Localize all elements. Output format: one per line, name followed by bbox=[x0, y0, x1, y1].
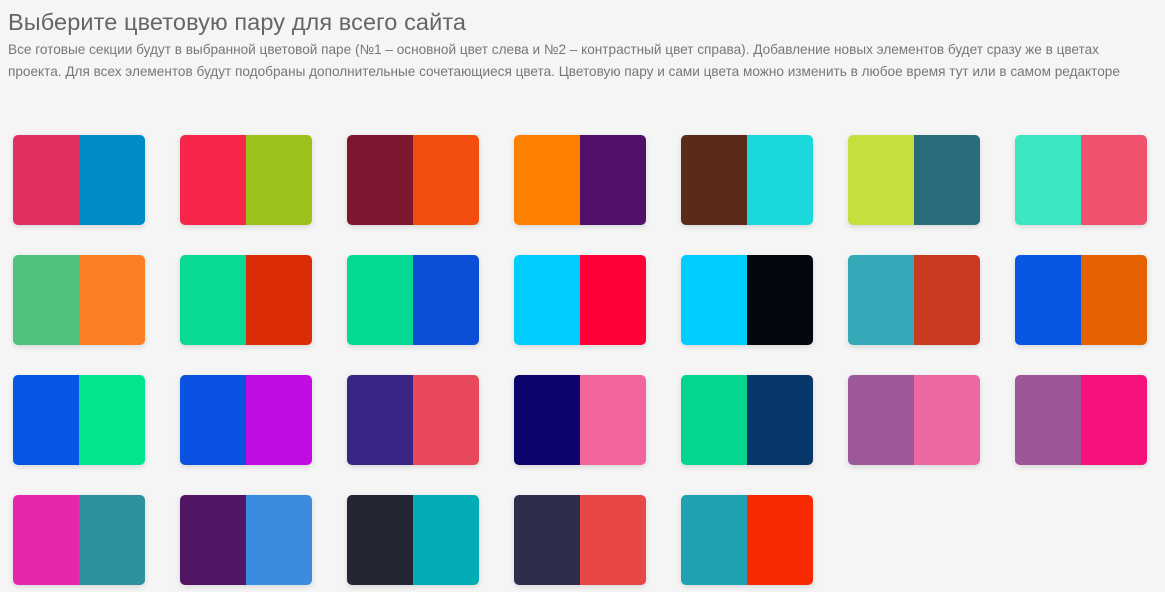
primary-color-swatch bbox=[514, 255, 580, 345]
primary-color-swatch bbox=[347, 495, 413, 585]
contrast-color-swatch bbox=[580, 375, 646, 465]
color-pair-option[interactable] bbox=[1015, 255, 1147, 345]
color-pair-option[interactable] bbox=[681, 255, 813, 345]
color-pair-option[interactable] bbox=[13, 135, 145, 225]
color-pair-option[interactable] bbox=[848, 135, 980, 225]
color-pair-grid bbox=[13, 135, 1147, 585]
primary-color-swatch bbox=[681, 135, 747, 225]
primary-color-swatch bbox=[681, 255, 747, 345]
color-pair-option[interactable] bbox=[13, 255, 145, 345]
contrast-color-swatch bbox=[79, 495, 145, 585]
color-pair-option[interactable] bbox=[1015, 135, 1147, 225]
primary-color-swatch bbox=[180, 375, 246, 465]
color-pair-option[interactable] bbox=[180, 135, 312, 225]
contrast-color-swatch bbox=[580, 135, 646, 225]
primary-color-swatch bbox=[848, 375, 914, 465]
contrast-color-swatch bbox=[413, 255, 479, 345]
page-description: Все готовые секции будут в выбранной цве… bbox=[8, 42, 1120, 79]
color-pair-option[interactable] bbox=[13, 495, 145, 585]
primary-color-swatch bbox=[347, 255, 413, 345]
primary-color-swatch bbox=[180, 255, 246, 345]
contrast-color-swatch bbox=[413, 375, 479, 465]
contrast-color-swatch bbox=[246, 135, 312, 225]
color-pair-option[interactable] bbox=[514, 375, 646, 465]
contrast-color-swatch bbox=[747, 495, 813, 585]
color-pair-option[interactable] bbox=[848, 255, 980, 345]
primary-color-swatch bbox=[1015, 255, 1081, 345]
contrast-color-swatch bbox=[914, 255, 980, 345]
primary-color-swatch bbox=[1015, 375, 1081, 465]
primary-color-swatch bbox=[347, 135, 413, 225]
color-pair-option[interactable] bbox=[347, 495, 479, 585]
contrast-color-swatch bbox=[413, 495, 479, 585]
color-pair-option[interactable] bbox=[180, 495, 312, 585]
color-pair-option[interactable] bbox=[347, 375, 479, 465]
contrast-color-swatch bbox=[79, 135, 145, 225]
primary-color-swatch bbox=[13, 495, 79, 585]
primary-color-swatch bbox=[13, 375, 79, 465]
contrast-color-swatch bbox=[747, 255, 813, 345]
primary-color-swatch bbox=[514, 375, 580, 465]
primary-color-swatch bbox=[13, 255, 79, 345]
contrast-color-swatch bbox=[413, 135, 479, 225]
color-pair-option[interactable] bbox=[1015, 375, 1147, 465]
contrast-color-swatch bbox=[1081, 255, 1147, 345]
contrast-color-swatch bbox=[914, 375, 980, 465]
color-pair-option[interactable] bbox=[514, 495, 646, 585]
primary-color-swatch bbox=[681, 495, 747, 585]
primary-color-swatch bbox=[848, 255, 914, 345]
color-pair-option[interactable] bbox=[514, 255, 646, 345]
primary-color-swatch bbox=[514, 495, 580, 585]
contrast-color-swatch bbox=[246, 255, 312, 345]
contrast-color-swatch bbox=[1081, 135, 1147, 225]
color-pair-option[interactable] bbox=[347, 135, 479, 225]
primary-color-swatch bbox=[848, 135, 914, 225]
page: Выберите цветовую пару для всего сайта В… bbox=[0, 0, 1165, 592]
page-title: Выберите цветовую пару для всего сайта bbox=[8, 9, 467, 35]
color-pair-option[interactable] bbox=[681, 495, 813, 585]
primary-color-swatch bbox=[13, 135, 79, 225]
contrast-color-swatch bbox=[914, 135, 980, 225]
contrast-color-swatch bbox=[747, 375, 813, 465]
contrast-color-swatch bbox=[580, 495, 646, 585]
color-pair-option[interactable] bbox=[681, 375, 813, 465]
contrast-color-swatch bbox=[246, 375, 312, 465]
contrast-color-swatch bbox=[246, 495, 312, 585]
color-pair-option[interactable] bbox=[681, 135, 813, 225]
color-pair-option[interactable] bbox=[180, 375, 312, 465]
color-pair-option[interactable] bbox=[848, 375, 980, 465]
contrast-color-swatch bbox=[747, 135, 813, 225]
primary-color-swatch bbox=[347, 375, 413, 465]
primary-color-swatch bbox=[681, 375, 747, 465]
color-pair-option[interactable] bbox=[514, 135, 646, 225]
contrast-color-swatch bbox=[79, 255, 145, 345]
primary-color-swatch bbox=[180, 495, 246, 585]
primary-color-swatch bbox=[514, 135, 580, 225]
color-pair-option[interactable] bbox=[13, 375, 145, 465]
contrast-color-swatch bbox=[1081, 375, 1147, 465]
primary-color-swatch bbox=[1015, 135, 1081, 225]
color-pair-option[interactable] bbox=[347, 255, 479, 345]
contrast-color-swatch bbox=[79, 375, 145, 465]
contrast-color-swatch bbox=[580, 255, 646, 345]
primary-color-swatch bbox=[180, 135, 246, 225]
color-pair-option[interactable] bbox=[180, 255, 312, 345]
